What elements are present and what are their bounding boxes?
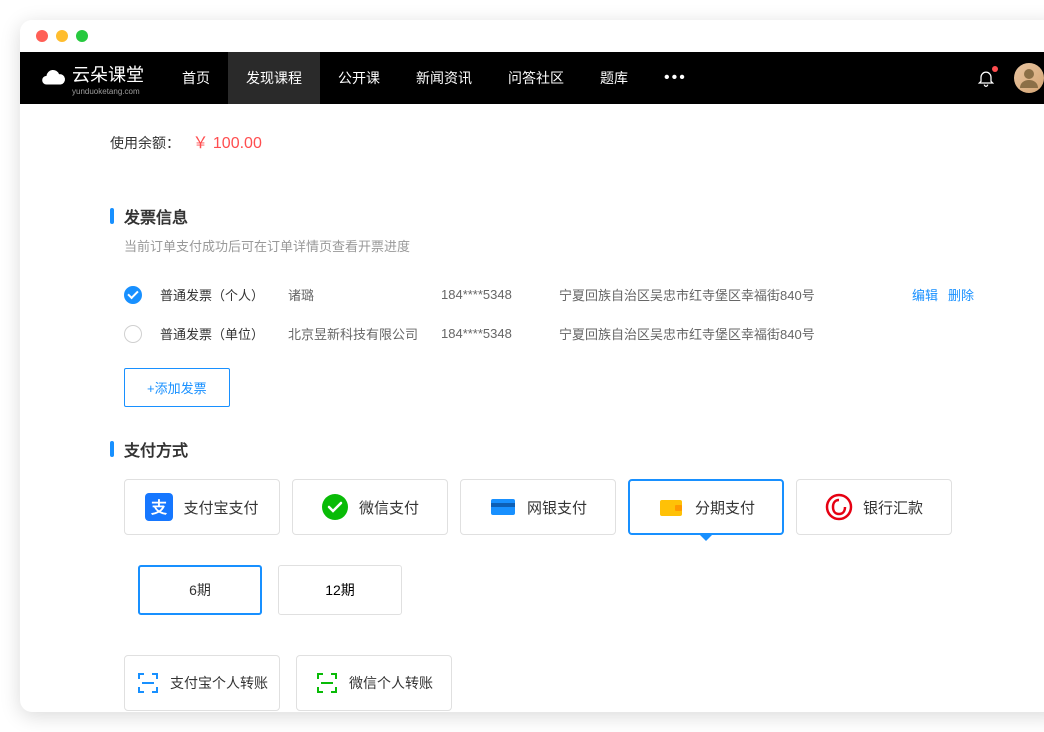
- installment-12[interactable]: 12期: [278, 565, 402, 615]
- invoice-row[interactable]: 普通发票（单位） 北京昱新科技有限公司 184****5348 宁夏回族自治区吴…: [124, 314, 974, 353]
- invoice-address: 宁夏回族自治区吴忠市红寺堡区幸福街840号: [559, 324, 974, 343]
- pay-label: 分期支付: [695, 497, 755, 518]
- invoice-type: 普通发票（单位）: [160, 324, 270, 343]
- wallet-icon: [657, 493, 685, 521]
- window-titlebar: [20, 20, 1044, 52]
- nav-news[interactable]: 新闻资讯: [398, 52, 490, 104]
- brand-name: 云朵课堂: [72, 65, 144, 85]
- nav-discover[interactable]: 发现课程: [228, 52, 320, 104]
- delete-link[interactable]: 删除: [948, 285, 974, 304]
- invoice-radio[interactable]: [124, 286, 142, 304]
- nav-home[interactable]: 首页: [164, 52, 228, 104]
- invoice-radio[interactable]: [124, 325, 142, 343]
- pay-label: 微信支付: [359, 497, 419, 518]
- section-bar-icon: [110, 208, 114, 224]
- nav-public[interactable]: 公开课: [320, 52, 398, 104]
- edit-link[interactable]: 编辑: [912, 285, 938, 304]
- invoice-row[interactable]: 普通发票（个人） 诸璐 184****5348 宁夏回族自治区吴忠市红寺堡区幸福…: [124, 275, 974, 314]
- wechat-icon: [321, 493, 349, 521]
- main-content: 使用余额： ￥ 100.00 发票信息 当前订单支付成功后可在订单详情页查看开票…: [20, 104, 1044, 712]
- transfer-wechat[interactable]: 微信个人转账: [296, 655, 452, 711]
- invoice-name: 诸璐: [288, 285, 423, 304]
- user-avatar[interactable]: [1014, 63, 1044, 93]
- transfer-label: 支付宝个人转账: [170, 673, 268, 693]
- nav-bank[interactable]: 题库: [582, 52, 646, 104]
- notification-bell[interactable]: [976, 68, 996, 88]
- nav-qa[interactable]: 问答社区: [490, 52, 582, 104]
- transfer-alipay[interactable]: 支付宝个人转账: [124, 655, 280, 711]
- pay-label: 网银支付: [527, 497, 587, 518]
- pay-label: 银行汇款: [863, 497, 923, 518]
- pay-method-installment[interactable]: 分期支付: [628, 479, 784, 535]
- payment-section: 支付方式 支 支付宝支付 微信支付 网银支付 分期支付: [110, 437, 974, 711]
- pay-method-bank[interactable]: 网银支付: [460, 479, 616, 535]
- nav-items: 首页 发现课程 公开课 新闻资讯 问答社区 题库 •••: [164, 52, 705, 104]
- top-navbar: 云朵课堂 yunduoketang.com 首页 发现课程 公开课 新闻资讯 问…: [20, 52, 1044, 104]
- invoice-section: 发票信息 当前订单支付成功后可在订单详情页查看开票进度 普通发票（个人） 诸璐 …: [110, 204, 974, 407]
- balance-label: 使用余额：: [110, 135, 180, 151]
- balance-box: 使用余额： ￥ 100.00: [110, 104, 974, 174]
- brand-sub: yunduoketang.com: [72, 87, 144, 96]
- cloud-logo-icon: [40, 65, 66, 91]
- brand-logo[interactable]: 云朵课堂 yunduoketang.com: [40, 61, 144, 96]
- balance-amount: ￥ 100.00: [192, 135, 261, 152]
- invoice-type: 普通发票（个人）: [160, 285, 270, 304]
- alipay-icon: 支: [145, 493, 173, 521]
- invoice-phone: 184****5348: [441, 287, 541, 302]
- section-bar-icon: [110, 441, 114, 457]
- add-invoice-button[interactable]: +添加发票: [124, 368, 230, 407]
- nav-more-icon[interactable]: •••: [646, 69, 705, 87]
- pay-method-transfer[interactable]: 银行汇款: [796, 479, 952, 535]
- invoice-name: 北京昱新科技有限公司: [288, 324, 423, 343]
- pay-method-alipay[interactable]: 支 支付宝支付: [124, 479, 280, 535]
- pay-method-wechat[interactable]: 微信支付: [292, 479, 448, 535]
- bank-transfer-icon: [825, 493, 853, 521]
- close-dot[interactable]: [36, 30, 48, 42]
- scan-icon: [136, 671, 160, 695]
- transfer-label: 微信个人转账: [349, 673, 433, 693]
- invoice-address: 宁夏回族自治区吴忠市红寺堡区幸福街840号: [559, 285, 894, 304]
- installment-6[interactable]: 6期: [138, 565, 262, 615]
- payment-title: 支付方式: [124, 437, 188, 461]
- bank-icon: [489, 493, 517, 521]
- minimize-dot[interactable]: [56, 30, 68, 42]
- pay-label: 支付宝支付: [183, 497, 258, 518]
- invoice-phone: 184****5348: [441, 326, 541, 341]
- notification-dot: [992, 66, 998, 72]
- svg-text:支: 支: [150, 498, 168, 517]
- invoice-subtitle: 当前订单支付成功后可在订单详情页查看开票进度: [124, 236, 974, 255]
- invoice-title: 发票信息: [124, 204, 188, 228]
- maximize-dot[interactable]: [76, 30, 88, 42]
- scan-icon: [315, 671, 339, 695]
